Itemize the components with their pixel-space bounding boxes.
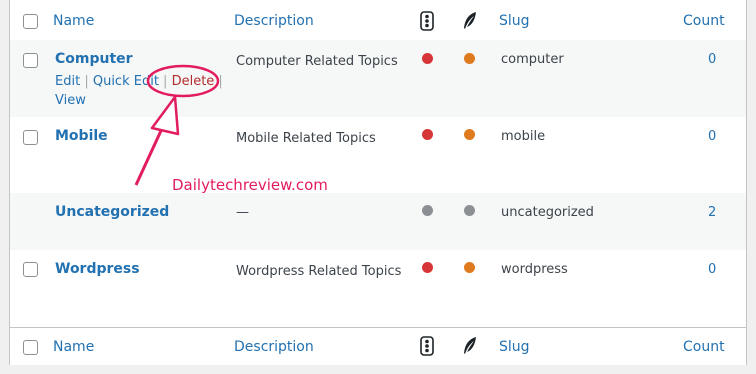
- delete-highlight-circle: [146, 64, 220, 98]
- annotation-arrow-head: [150, 95, 180, 136]
- annotation-overlay: [134, 64, 220, 186]
- annotation-arrow-shaft: [134, 121, 167, 186]
- annotation-text: Dailytechreview.com: [172, 176, 328, 194]
